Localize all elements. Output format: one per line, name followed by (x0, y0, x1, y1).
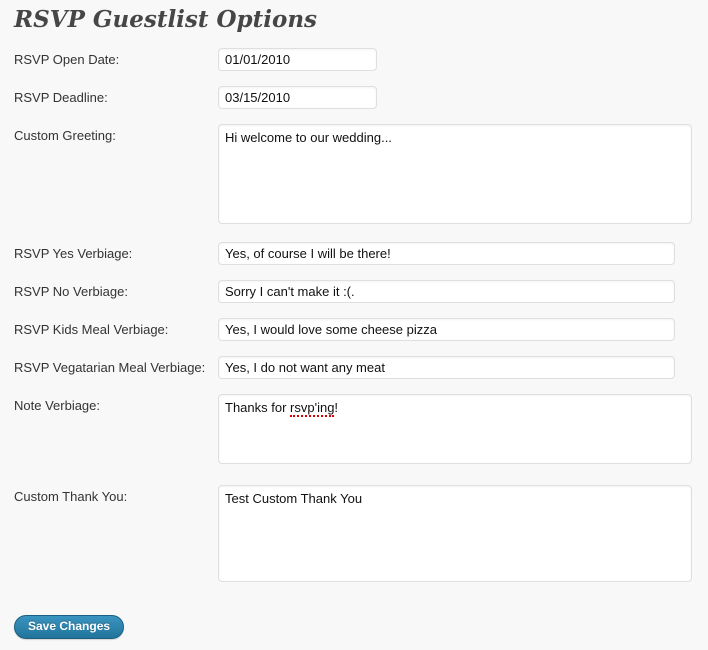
form-row-rsvp-deadline: RSVP Deadline: (14, 86, 694, 109)
note-verbiage-text-after: ! (334, 400, 338, 415)
note-verbiage-textarea[interactable]: Thanks for rsvp'ing! (218, 394, 692, 464)
custom-greeting-label: Custom Greeting: (14, 124, 218, 147)
note-verbiage-text-before: Thanks for (225, 400, 290, 415)
rsvp-vegetarian-meal-verbiage-input[interactable] (218, 356, 675, 379)
save-changes-button[interactable]: Save Changes (14, 615, 124, 639)
rsvp-yes-verbiage-label: RSVP Yes Verbiage: (14, 242, 218, 265)
form-row-custom-greeting: Custom Greeting: Hi welcome to our weddi… (14, 124, 694, 224)
rsvp-deadline-input[interactable] (218, 86, 377, 109)
rsvp-guestlist-options-page: RSVP Guestlist Options RSVP Open Date: R… (0, 0, 708, 639)
custom-thank-you-textarea[interactable]: Test Custom Thank You (218, 485, 692, 582)
rsvp-open-date-input[interactable] (218, 48, 377, 71)
form-row-custom-thank-you: Custom Thank You: Test Custom Thank You (14, 485, 694, 582)
note-verbiage-label: Note Verbiage: (14, 394, 218, 417)
rsvp-kids-meal-verbiage-label: RSVP Kids Meal Verbiage: (14, 318, 218, 341)
page-title: RSVP Guestlist Options (14, 5, 694, 35)
submit-row: Save Changes (14, 615, 694, 639)
rsvp-yes-verbiage-input[interactable] (218, 242, 675, 265)
form-row-rsvp-kids-meal-verbiage: RSVP Kids Meal Verbiage: (14, 318, 694, 341)
rsvp-deadline-label: RSVP Deadline: (14, 86, 218, 109)
custom-thank-you-label: Custom Thank You: (14, 485, 218, 508)
note-verbiage-misspelled-word: rsvp'ing (290, 400, 334, 417)
rsvp-kids-meal-verbiage-input[interactable] (218, 318, 675, 341)
rsvp-vegetarian-meal-verbiage-label: RSVP Vegatarian Meal Verbiage: (14, 356, 218, 379)
custom-greeting-textarea[interactable]: Hi welcome to our wedding... (218, 124, 692, 224)
form-row-note-verbiage: Note Verbiage: Thanks for rsvp'ing! (14, 394, 694, 464)
form-row-rsvp-open-date: RSVP Open Date: (14, 48, 694, 71)
form-row-rsvp-no-verbiage: RSVP No Verbiage: (14, 280, 694, 303)
form-row-rsvp-yes-verbiage: RSVP Yes Verbiage: (14, 242, 694, 265)
rsvp-no-verbiage-label: RSVP No Verbiage: (14, 280, 218, 303)
rsvp-no-verbiage-input[interactable] (218, 280, 675, 303)
form-row-rsvp-vegetarian-meal-verbiage: RSVP Vegatarian Meal Verbiage: (14, 356, 694, 379)
rsvp-open-date-label: RSVP Open Date: (14, 48, 218, 71)
